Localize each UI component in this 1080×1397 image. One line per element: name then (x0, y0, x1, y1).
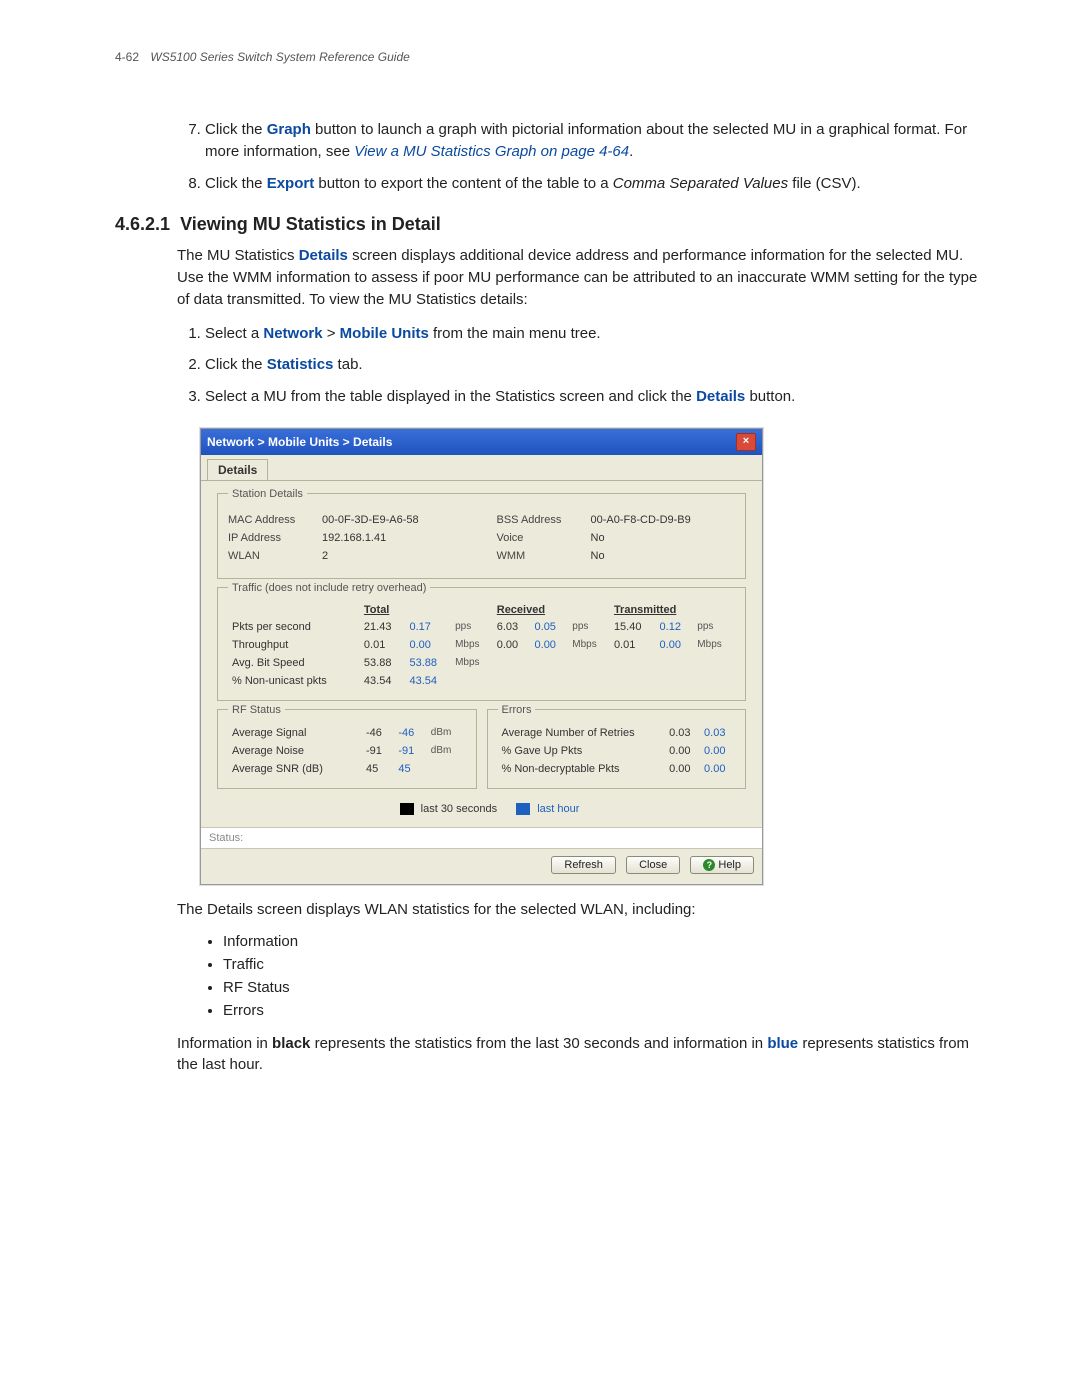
swatch-blue-icon (516, 803, 530, 815)
help-button[interactable]: ?Help (690, 856, 754, 874)
close-icon[interactable]: × (736, 433, 756, 451)
color-legend: last 30 seconds last hour (217, 803, 746, 815)
tab-row: Details (201, 455, 762, 481)
bullet-rf-status: RF Status (223, 979, 980, 996)
details-dialog: Network > Mobile Units > Details × Detai… (200, 428, 763, 885)
swatch-black-icon (400, 803, 414, 815)
traffic-group: Traffic (does not include retry overhead… (217, 587, 746, 701)
traffic-table: Total Received Transmitted Pkts per seco… (228, 602, 735, 690)
tab-details[interactable]: Details (207, 459, 268, 480)
bullet-errors: Errors (223, 1002, 980, 1019)
help-icon: ? (703, 859, 715, 871)
section-heading: 4.6.2.1 Viewing MU Statistics in Detail (115, 214, 980, 235)
status-label: Status: (201, 827, 762, 848)
graph-keyword: Graph (267, 121, 311, 138)
errors-group: Errors Average Number of Retries0.030.03… (487, 709, 747, 789)
page: 4-62 WS5100 Series Switch System Referen… (0, 0, 1080, 1168)
top-step-list: Click the Graph button to launch a graph… (185, 119, 980, 194)
guide-title: WS5100 Series Switch System Reference Gu… (150, 50, 409, 64)
refresh-button[interactable]: Refresh (551, 856, 616, 874)
step-3: Select a MU from the table displayed in … (205, 386, 980, 408)
step-1: Select a Network > Mobile Units from the… (205, 323, 980, 345)
step-7: Click the Graph button to launch a graph… (205, 119, 980, 163)
export-keyword: Export (267, 175, 315, 192)
after-p2: Information in black represents the stat… (177, 1033, 980, 1077)
dialog-title: Network > Mobile Units > Details (207, 435, 392, 449)
section-steps: Select a Network > Mobile Units from the… (185, 323, 980, 408)
step-2: Click the Statistics tab. (205, 354, 980, 376)
dialog-titlebar: Network > Mobile Units > Details × (201, 429, 762, 455)
after-p1: The Details screen displays WLAN statist… (177, 899, 980, 921)
step-8: Click the Export button to export the co… (205, 173, 980, 195)
bullet-traffic: Traffic (223, 956, 980, 973)
close-button[interactable]: Close (626, 856, 680, 874)
dialog-panel: Station Details MAC Address00-0F-3D-E9-A… (201, 481, 762, 827)
dialog-button-row: Refresh Close ?Help (201, 848, 762, 884)
graph-link[interactable]: View a MU Statistics Graph on page 4-64 (354, 143, 629, 160)
details-bullets: Information Traffic RF Status Errors (205, 933, 980, 1019)
section-intro: The MU Statistics Details screen display… (177, 245, 980, 310)
bullet-information: Information (223, 933, 980, 950)
page-header: 4-62 WS5100 Series Switch System Referen… (115, 50, 980, 64)
rf-status-group: RF Status Average Signal-46-46dBm Averag… (217, 709, 477, 789)
station-details-group: Station Details MAC Address00-0F-3D-E9-A… (217, 493, 746, 579)
page-number: 4-62 (115, 50, 139, 64)
